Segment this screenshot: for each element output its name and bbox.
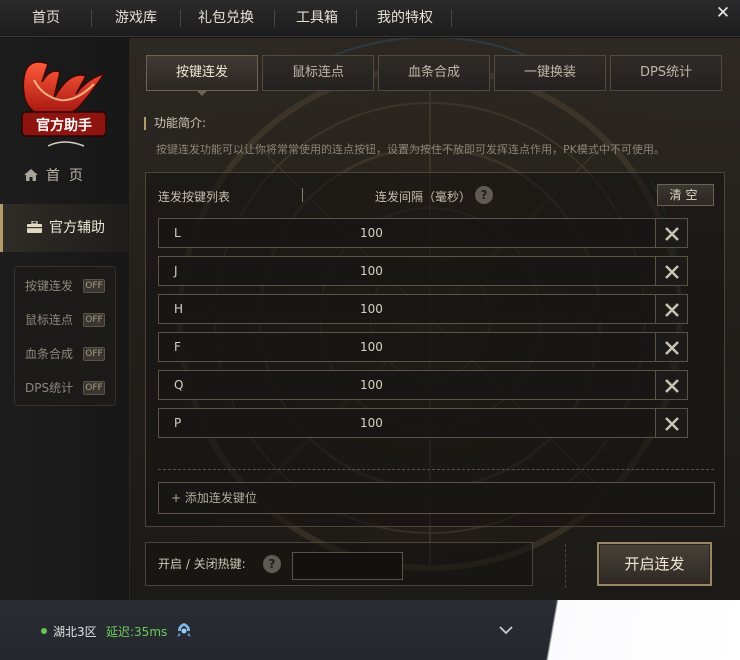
key-row[interactable]: P 100 — [158, 408, 688, 438]
home-icon — [24, 169, 38, 181]
key-name: L — [174, 226, 181, 240]
key-name: F — [174, 340, 181, 354]
key-row[interactable]: L 100 — [158, 218, 688, 248]
submenu-mouse-click[interactable]: 鼠标连点 OFF — [15, 303, 115, 337]
close-icon — [665, 227, 679, 241]
chevron-down-icon[interactable] — [498, 624, 514, 636]
nav-divider — [356, 10, 357, 27]
sidebar: 官方助手 首 页 官方辅助 按键连发 OFF 鼠标连点 OFF 血条合成 OFF… — [0, 38, 130, 600]
delete-row-button[interactable] — [655, 332, 688, 362]
column-divider — [302, 188, 303, 202]
toolbox-icon — [27, 221, 42, 233]
clear-button[interactable]: 清空 — [657, 184, 714, 206]
close-icon — [665, 417, 679, 431]
close-icon[interactable]: ✕ — [709, 2, 737, 26]
intro-description: 按键连发功能可以让你将常常使用的连点按钮，设置为按住不放即可发挥连点作用，PK模… — [156, 143, 665, 156]
submenu-label: 按键连发 — [25, 279, 74, 293]
nav-toolbox[interactable]: 工具箱 — [296, 0, 338, 37]
app-window: 首页 游戏库 礼包兑换 工具箱 我的特权 ✕ 官方助手 首 页 官方辅助 按键连… — [0, 0, 740, 660]
add-key-button[interactable]: + 添加连发键位 — [158, 482, 715, 514]
sidebar-home-label: 首 页 — [46, 168, 83, 184]
assist-submenu: 按键连发 OFF 鼠标连点 OFF 血条合成 OFF DPS统计 OFF — [14, 266, 116, 406]
delete-row-button[interactable] — [655, 256, 688, 286]
delete-row-button[interactable] — [655, 370, 688, 400]
nav-divider — [451, 10, 452, 27]
key-row[interactable]: H 100 — [158, 294, 688, 324]
nav-my-privileges[interactable]: 我的特权 — [377, 0, 433, 37]
submenu-hp-bar[interactable]: 血条合成 OFF — [15, 337, 115, 371]
key-row[interactable]: F 100 — [158, 332, 688, 362]
status-badge: OFF — [83, 313, 105, 327]
status-badge: OFF — [83, 347, 105, 361]
key-interval: 100 — [360, 226, 383, 240]
dnf-logo: 官方助手 — [21, 61, 107, 147]
submenu-key-repeat[interactable]: 按键连发 OFF — [15, 269, 115, 303]
start-repeat-button[interactable]: 开启连发 — [597, 542, 712, 586]
background-corner — [530, 600, 740, 660]
status-badge: OFF — [83, 279, 105, 293]
server-name[interactable]: 湖北3区 — [53, 623, 97, 640]
key-interval: 100 — [360, 340, 383, 354]
nav-divider — [180, 10, 181, 27]
submenu-label: 血条合成 — [25, 347, 74, 361]
nav-divider — [91, 10, 92, 27]
sidebar-item-official-assist[interactable]: 官方辅助 — [0, 204, 128, 252]
submenu-label: 鼠标连点 — [25, 313, 74, 327]
close-icon — [665, 341, 679, 355]
latency-text: 延迟:35ms — [106, 625, 168, 639]
divider — [158, 469, 714, 470]
hotkey-input[interactable] — [292, 552, 403, 580]
nav-home[interactable]: 首页 — [32, 0, 60, 37]
logo-text: 官方助手 — [36, 117, 92, 134]
key-list-panel: 连发按键列表 连发间隔（毫秒） ? 清空 L 100 J 100 H 100 F… — [145, 172, 725, 527]
key-interval: 100 — [360, 416, 383, 430]
delete-row-button[interactable] — [655, 218, 688, 248]
key-name: P — [174, 416, 182, 430]
tab-mouse-click[interactable]: 鼠标连点 — [262, 55, 374, 91]
key-interval: 100 — [360, 264, 383, 278]
close-icon — [665, 265, 679, 279]
submenu-dps-stats[interactable]: DPS统计 OFF — [15, 371, 115, 405]
status-badge: OFF — [83, 381, 105, 395]
close-icon — [665, 379, 679, 393]
nav-divider — [274, 10, 275, 27]
delete-row-button[interactable] — [655, 294, 688, 324]
accelerator-icon[interactable] — [175, 622, 193, 638]
status-bar: 湖北3区 延迟:35ms — [0, 600, 740, 660]
nav-game-library[interactable]: 游戏库 — [115, 0, 157, 37]
key-row[interactable]: J 100 — [158, 256, 688, 286]
key-name: H — [174, 302, 184, 316]
main-panel: 按键连发 鼠标连点 血条合成 一键换装 DPS统计 功能简介: 按键连发功能可以… — [130, 38, 740, 600]
top-nav-bar: 首页 游戏库 礼包兑换 工具箱 我的特权 ✕ — [0, 0, 740, 37]
key-interval: 100 — [360, 378, 383, 392]
hotkey-panel: 开启 / 关闭热键: ? — [145, 542, 533, 586]
tab-dps-stats[interactable]: DPS统计 — [610, 55, 722, 91]
close-icon — [665, 303, 679, 317]
key-row[interactable]: Q 100 — [158, 370, 688, 400]
online-status-icon — [41, 628, 47, 634]
submenu-label: DPS统计 — [25, 381, 74, 395]
divider — [565, 544, 566, 588]
help-icon[interactable]: ? — [475, 186, 493, 204]
column-header-interval: 连发间隔（毫秒） — [375, 190, 472, 204]
key-name: Q — [174, 378, 184, 392]
delete-row-button[interactable] — [655, 408, 688, 438]
help-icon[interactable]: ? — [263, 555, 281, 573]
tab-key-repeat[interactable]: 按键连发 — [146, 55, 258, 96]
hotkey-label: 开启 / 关闭热键: — [158, 557, 246, 571]
tab-one-click-equip[interactable]: 一键换装 — [494, 55, 606, 91]
intro-title: 功能简介: — [144, 117, 206, 130]
nav-gift-exchange[interactable]: 礼包兑换 — [198, 0, 254, 37]
tab-hp-bar[interactable]: 血条合成 — [378, 55, 490, 91]
sidebar-item-home[interactable]: 首 页 — [0, 158, 128, 194]
key-interval: 100 — [360, 302, 383, 316]
column-header-keys: 连发按键列表 — [158, 190, 231, 204]
sidebar-assist-label: 官方辅助 — [49, 220, 105, 236]
key-name: J — [174, 264, 178, 278]
